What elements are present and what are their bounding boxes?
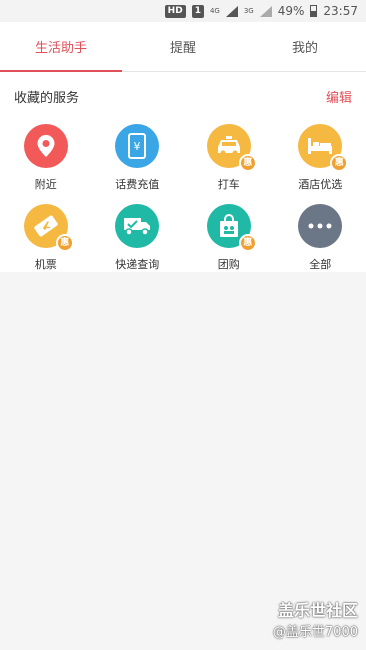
discount-badge: 惠 [55, 234, 74, 252]
service-flight[interactable]: 惠 机票 [0, 204, 92, 272]
tab-bar: 生活助手 提醒 我的 [0, 22, 366, 72]
service-grid: 附近 ¥ 话费充值 惠 打车 惠 酒店优选 惠 机票 快递查询 惠 团购 全部 [0, 120, 366, 272]
tab-life-assistant[interactable]: 生活助手 [0, 22, 122, 72]
edit-button[interactable]: 编辑 [326, 87, 352, 106]
service-label: 快递查询 [115, 258, 160, 271]
panel-header: 收藏的服务 编辑 [0, 72, 366, 120]
battery-icon [310, 5, 318, 17]
more-dots-icon [298, 204, 343, 248]
sim-indicator: 1 [191, 4, 204, 18]
network-4g: 4G [209, 6, 220, 15]
network-3g: 3G [243, 6, 254, 15]
service-label: 全部 [309, 258, 332, 271]
service-phone-recharge[interactable]: ¥ 话费充值 [92, 124, 184, 192]
service-label: 酒店优选 [298, 178, 343, 191]
service-label: 机票 [34, 258, 57, 271]
service-label: 话费充值 [115, 178, 160, 191]
service-label: 打车 [217, 178, 240, 191]
service-label: 团购 [217, 258, 240, 271]
clock: 23:57 [323, 4, 358, 18]
delivery-truck-icon [115, 204, 160, 248]
signal-icon [225, 5, 238, 17]
discount-badge: 惠 [238, 234, 257, 252]
tab-mine[interactable]: 我的 [244, 22, 366, 71]
tab-reminders[interactable]: 提醒 [122, 22, 244, 71]
favorite-services-panel: 收藏的服务 编辑 附近 ¥ 话费充值 惠 打车 惠 酒店优选 惠 机票 快递查询… [0, 72, 366, 272]
section-title: 收藏的服务 [14, 90, 80, 106]
service-nearby[interactable]: 附近 [0, 124, 92, 192]
watermark: 盖乐世社区 @盖乐世7000 [273, 597, 358, 640]
service-express[interactable]: 快递查询 [92, 204, 184, 272]
location-pin-icon [23, 124, 68, 168]
signal-icon-2 [259, 5, 272, 17]
service-hotel[interactable]: 惠 酒店优选 [275, 124, 366, 192]
status-bar: HD 1 4G 3G 49% 23:57 [0, 0, 366, 22]
service-taxi[interactable]: 惠 打车 [183, 124, 275, 192]
hd-indicator: HD [164, 4, 186, 18]
discount-badge: 惠 [330, 154, 349, 172]
service-group-buy[interactable]: 惠 团购 [183, 204, 275, 272]
service-label: 附近 [34, 178, 57, 191]
discount-badge: 惠 [238, 154, 257, 172]
service-all[interactable]: 全部 [275, 204, 366, 272]
svg-text:¥: ¥ [134, 140, 141, 153]
watermark-title: 盖乐世社区 [277, 601, 358, 620]
watermark-handle: @盖乐世7000 [272, 625, 358, 640]
battery-percent: 49% [277, 4, 305, 18]
phone-recharge-icon: ¥ [115, 124, 160, 168]
